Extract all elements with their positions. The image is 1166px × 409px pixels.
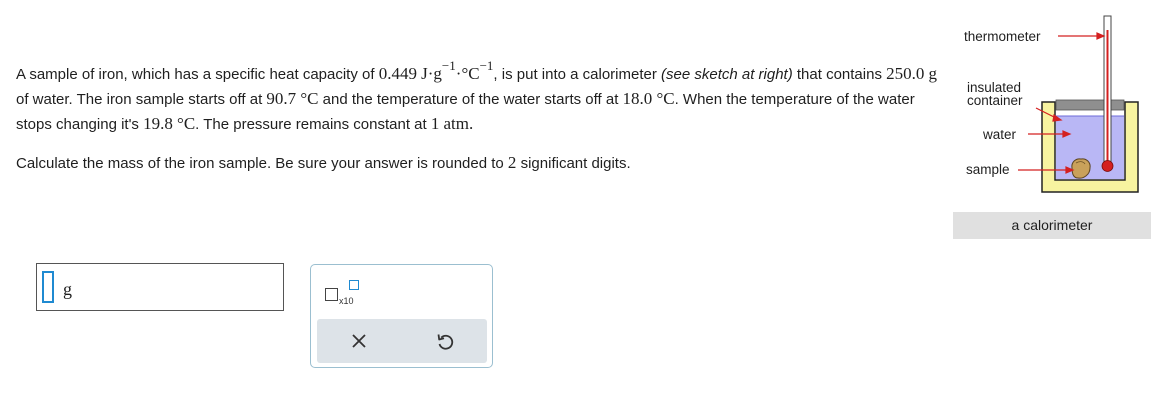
- figure-caption: a calorimeter: [953, 212, 1151, 239]
- problem-text: , is put into a calorimeter: [493, 66, 661, 83]
- heat-capacity-value: 0.449: [378, 64, 417, 83]
- x10-label: x10: [339, 296, 354, 306]
- unit-gram: g: [928, 64, 938, 83]
- problem-text: .: [469, 114, 474, 133]
- water-label: water: [983, 127, 1017, 142]
- answer-cursor-box[interactable]: [42, 271, 54, 303]
- sample-label: sample: [966, 162, 1010, 177]
- iron-temp-value: 90.7: [266, 89, 297, 108]
- final-temp-value: 19.8: [143, 114, 173, 133]
- unit-celsius: °C: [177, 114, 196, 133]
- water-mass-value: 250.0: [886, 64, 925, 83]
- unit-celsius: °C: [461, 64, 480, 83]
- heat-capacity-units: J·g−1·°C−1: [421, 58, 493, 83]
- exponent-neg1: −1: [441, 58, 456, 73]
- close-icon: [352, 334, 366, 348]
- unit-joule: J: [421, 64, 428, 83]
- problem-text: Calculate the mass of the iron sample. B…: [16, 155, 508, 172]
- problem-text: significant digits.: [516, 155, 631, 172]
- problem-text: A sample of iron, which has a specific h…: [16, 66, 379, 83]
- answer-input[interactable]: g: [36, 263, 284, 311]
- scientific-notation-icon: [325, 288, 338, 301]
- container-label: container: [967, 93, 1023, 108]
- problem-text: and the temperature of the water starts …: [318, 91, 623, 108]
- answer-unit: g: [63, 279, 72, 299]
- problem-paragraph: A sample of iron, which has a specific h…: [16, 58, 946, 137]
- unit-atm: atm: [443, 114, 470, 133]
- problem-text: . The pressure remains constant at: [195, 116, 431, 133]
- action-bar: [317, 319, 487, 363]
- undo-icon: [437, 334, 454, 350]
- water-temp-value: 18.0: [622, 89, 653, 108]
- problem-text: that contains: [792, 66, 887, 83]
- scientific-notation-button[interactable]: x10: [325, 278, 365, 306]
- problem-text: of water. The iron sample starts off at: [16, 91, 267, 108]
- exponent-neg1: −1: [479, 58, 494, 73]
- container-lid: [1055, 99, 1125, 111]
- math-tool-panel: x10: [310, 264, 493, 368]
- problem-instruction: Calculate the mass of the iron sample. B…: [16, 151, 946, 176]
- unit-celsius: °C: [656, 89, 675, 108]
- unit-gram: g: [433, 64, 442, 83]
- exponent-box-icon: [349, 280, 359, 290]
- clear-button[interactable]: [347, 329, 371, 353]
- undo-button[interactable]: [433, 329, 457, 353]
- unit-celsius: °C: [300, 89, 319, 108]
- calorimeter-figure: thermometer insulated container water sa…: [952, 12, 1152, 240]
- pressure-value: 1: [430, 114, 440, 133]
- thermometer-label: thermometer: [964, 29, 1041, 44]
- sketch-reference: (see sketch at right): [661, 66, 793, 83]
- problem-statement: A sample of iron, which has a specific h…: [16, 58, 946, 176]
